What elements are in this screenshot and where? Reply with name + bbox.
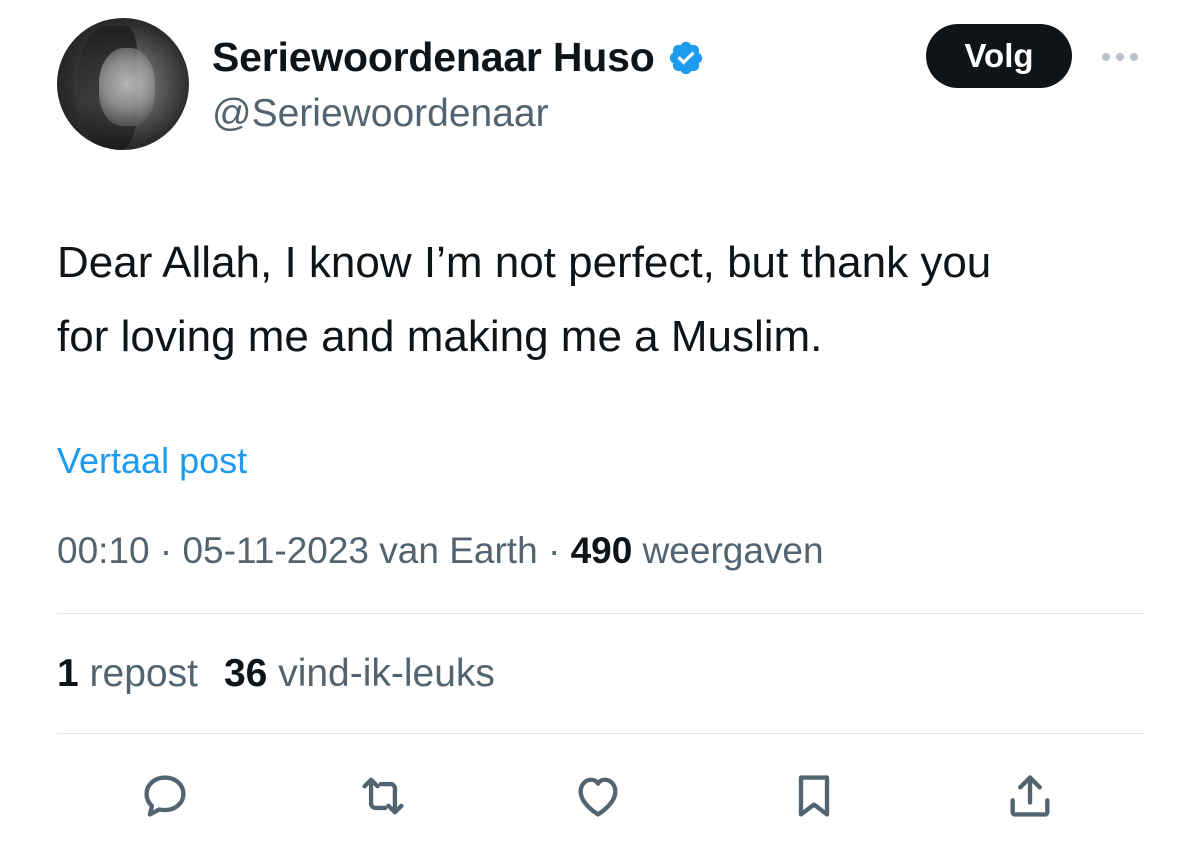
author-name-row[interactable]: Seriewoordenaar Huso [212, 34, 705, 81]
more-options-icon[interactable] [1096, 40, 1144, 74]
avatar[interactable] [57, 18, 189, 150]
tweet-time[interactable]: 00:10 [57, 530, 150, 571]
share-button[interactable] [1000, 766, 1060, 826]
likes-stat[interactable]: 36 vind-ik-leuks [224, 652, 495, 695]
author-display-name[interactable]: Seriewoordenaar Huso [212, 34, 655, 81]
translate-post-link[interactable]: Vertaal post [57, 440, 247, 482]
bookmark-button[interactable] [784, 766, 844, 826]
tweet-source: van Earth [379, 530, 538, 571]
likes-label: vind-ik-leuks [278, 652, 495, 695]
meta-separator: · [547, 530, 561, 571]
repost-button[interactable] [353, 766, 413, 826]
divider [57, 733, 1145, 734]
reposts-count: 1 [57, 652, 79, 695]
reposts-stat[interactable]: 1 repost [57, 652, 198, 695]
views-label: weergaven [642, 530, 824, 571]
like-icon [578, 777, 618, 817]
more-dot [1102, 53, 1110, 61]
avatar-face [99, 48, 155, 126]
tweet-text: Dear Allah, I know I’m not perfect, but … [57, 226, 1167, 374]
meta-separator: · [159, 530, 173, 571]
author-handle[interactable]: @Seriewoordenaar [212, 92, 549, 136]
tweet-text-line: for loving me and making me a Muslim. [57, 312, 823, 361]
verified-badge-icon [669, 41, 702, 74]
reposts-label: repost [89, 652, 198, 695]
views-count: 490 [570, 530, 633, 571]
likes-count: 36 [223, 652, 268, 695]
more-dot [1116, 53, 1124, 61]
more-dot [1130, 53, 1138, 61]
reply-button[interactable] [135, 766, 195, 826]
tweet-date[interactable]: 05-11-2023 [182, 530, 369, 571]
like-button[interactable] [568, 766, 628, 826]
engagement-stats: 1 repost 36 vind-ik-leuks [57, 652, 495, 696]
repost-icon [362, 777, 404, 815]
tweet-text-line: Dear Allah, I know I’m not perfect, but … [57, 238, 992, 287]
divider [57, 613, 1145, 614]
tweet-meta: 00:10 · 05-11-2023 van Earth · 490 weerg… [57, 530, 824, 572]
bookmark-icon [798, 775, 830, 817]
follow-button[interactable]: Volg [926, 24, 1072, 88]
share-icon [1010, 775, 1050, 817]
reply-icon [144, 775, 186, 817]
